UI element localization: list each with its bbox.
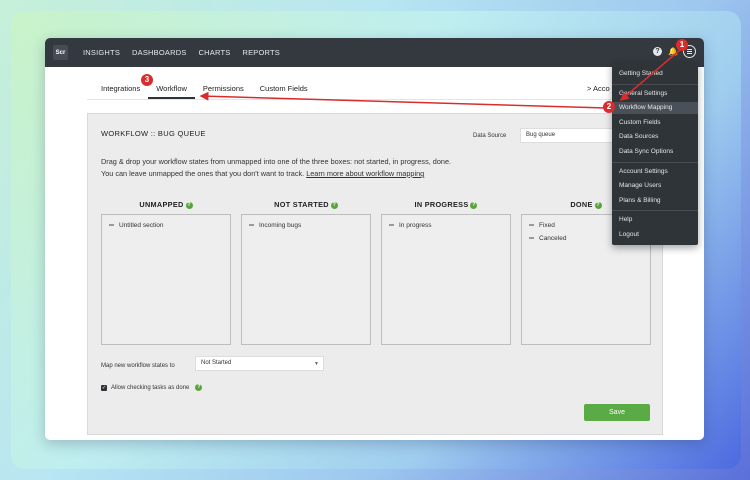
annotation-badge: 1 (676, 39, 688, 51)
annotation-arrows (199, 49, 681, 109)
annotation-badge: 3 (141, 74, 153, 86)
annotation-badge: 2 (603, 101, 615, 113)
arrow-1-to-2 (619, 49, 681, 101)
arrow-2-to-3 (199, 91, 607, 109)
